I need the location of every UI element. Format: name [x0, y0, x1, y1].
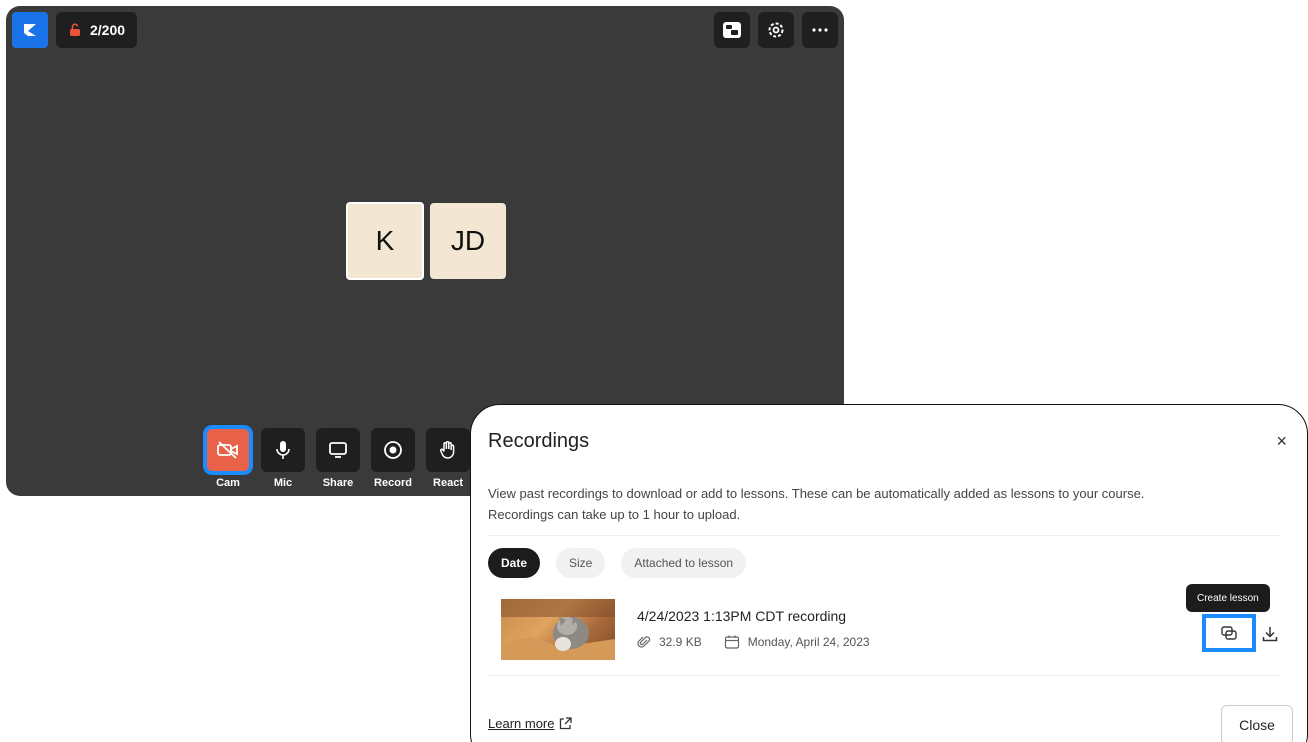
participant-tile[interactable]: JD	[430, 203, 506, 279]
recording-title: 4/24/2023 1:13PM CDT recording	[637, 608, 847, 624]
filter-date[interactable]: Date	[488, 548, 541, 578]
record-label: Record	[374, 477, 412, 489]
share-control: Share	[316, 428, 360, 489]
screen-share-icon	[329, 442, 347, 458]
more-horizontal-icon	[812, 28, 828, 32]
download-icon	[1262, 627, 1278, 642]
react-button[interactable]	[426, 428, 470, 472]
more-options-button[interactable]	[802, 12, 838, 48]
participant-tile[interactable]: K	[346, 202, 424, 280]
participant-initials: JD	[450, 225, 486, 256]
filter-attached-to-lesson[interactable]: Attached to lesson	[621, 548, 747, 578]
participant-count: 2/200	[90, 22, 126, 38]
share-button[interactable]	[316, 428, 360, 472]
gear-icon	[768, 22, 784, 38]
calendar-icon	[724, 635, 739, 649]
cam-label: Cam	[216, 477, 240, 489]
participant-initials: K	[375, 225, 395, 256]
cam-button[interactable]	[203, 425, 253, 475]
recording-size: 32.9 KB	[659, 635, 702, 649]
dialog-description: View past recordings to download or add …	[488, 483, 1268, 525]
learn-more-label: Learn more	[488, 716, 555, 731]
picture-in-picture-icon	[723, 22, 741, 38]
create-lesson-tooltip: Create lesson	[1186, 584, 1270, 612]
react-control: React	[426, 428, 470, 489]
share-label: Share	[322, 477, 354, 489]
paperclip-icon	[637, 636, 651, 648]
recording-item: 4/24/2023 1:13PM CDT recording 32.9 KB M…	[501, 599, 1281, 665]
dialog-title: Recordings	[488, 430, 590, 452]
download-button[interactable]	[1259, 623, 1281, 645]
hand-icon	[439, 441, 455, 459]
filter-size[interactable]: Size	[556, 548, 606, 578]
recording-meta: 32.9 KB Monday, April 24, 2023	[637, 635, 870, 649]
mic-button[interactable]	[261, 428, 305, 472]
participant-tiles: K JD	[346, 202, 506, 280]
divider	[488, 675, 1281, 676]
description-line: View past recordings to download or add …	[488, 486, 1145, 501]
create-lesson-button[interactable]	[1202, 614, 1256, 652]
cam-control: Cam	[203, 425, 253, 489]
dialog-close-icon[interactable]: ×	[1276, 431, 1287, 452]
recording-date: Monday, April 24, 2023	[747, 635, 870, 649]
record-control: Record	[371, 428, 415, 489]
mic-control: Mic	[261, 428, 305, 489]
recordings-dialog: Recordings × View past recordings to dow…	[470, 404, 1308, 742]
sort-filters: Date Size Attached to lesson	[488, 548, 747, 578]
react-label: React	[433, 477, 463, 489]
recording-thumbnail[interactable]	[501, 599, 615, 660]
picture-in-picture-button[interactable]	[714, 12, 750, 48]
description-line: Recordings can take up to 1 hour to uplo…	[488, 507, 741, 522]
meeting-controls: Cam Mic Share Record React	[203, 425, 470, 489]
mic-icon	[276, 441, 290, 459]
record-icon	[384, 441, 402, 459]
external-link-icon	[560, 717, 573, 730]
create-lesson-icon	[1221, 626, 1237, 640]
camera-off-icon	[217, 441, 238, 459]
app-logo-icon[interactable]	[12, 12, 48, 48]
unlock-icon	[70, 23, 80, 36]
learn-more-link[interactable]: Learn more	[488, 716, 573, 731]
mic-label: Mic	[273, 477, 293, 489]
close-button[interactable]: Close	[1221, 705, 1293, 742]
settings-button[interactable]	[758, 12, 794, 48]
participant-count-badge[interactable]: 2/200	[56, 12, 138, 48]
divider	[488, 535, 1281, 536]
record-button[interactable]	[371, 428, 415, 472]
